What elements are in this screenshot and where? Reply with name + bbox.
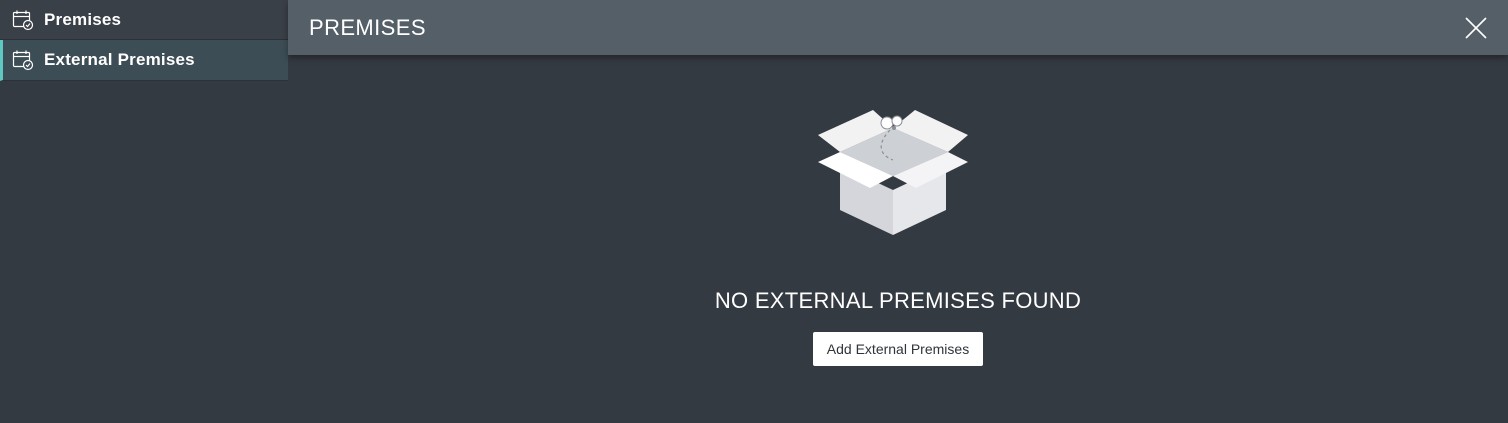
page-title: PREMISES bbox=[309, 14, 426, 40]
sidebar: Premises External Premises bbox=[0, 0, 288, 423]
app-root: Premises External Premises PREMISES NO E… bbox=[0, 0, 1508, 423]
sidebar-item-external-premises[interactable]: External Premises bbox=[0, 40, 288, 81]
sidebar-item-label: External Premises bbox=[44, 50, 195, 69]
calendar-check-icon bbox=[12, 9, 34, 31]
empty-state-title: NO EXTERNAL PREMISES FOUND bbox=[714, 288, 1082, 313]
sidebar-item-label: Premises bbox=[44, 9, 122, 29]
open-box-icon bbox=[818, 110, 968, 235]
calendar-check-icon bbox=[12, 49, 34, 71]
main-panel: PREMISES NO EXTERNAL PREMISES FOUND Add … bbox=[288, 0, 1508, 423]
panel-header: PREMISES bbox=[288, 0, 1508, 55]
close-icon[interactable] bbox=[1464, 16, 1488, 40]
sidebar-item-premises[interactable]: Premises bbox=[0, 0, 288, 40]
add-external-premises-button[interactable]: Add External Premises bbox=[812, 332, 984, 366]
empty-state: NO EXTERNAL PREMISES FOUND Add External … bbox=[288, 110, 1508, 366]
